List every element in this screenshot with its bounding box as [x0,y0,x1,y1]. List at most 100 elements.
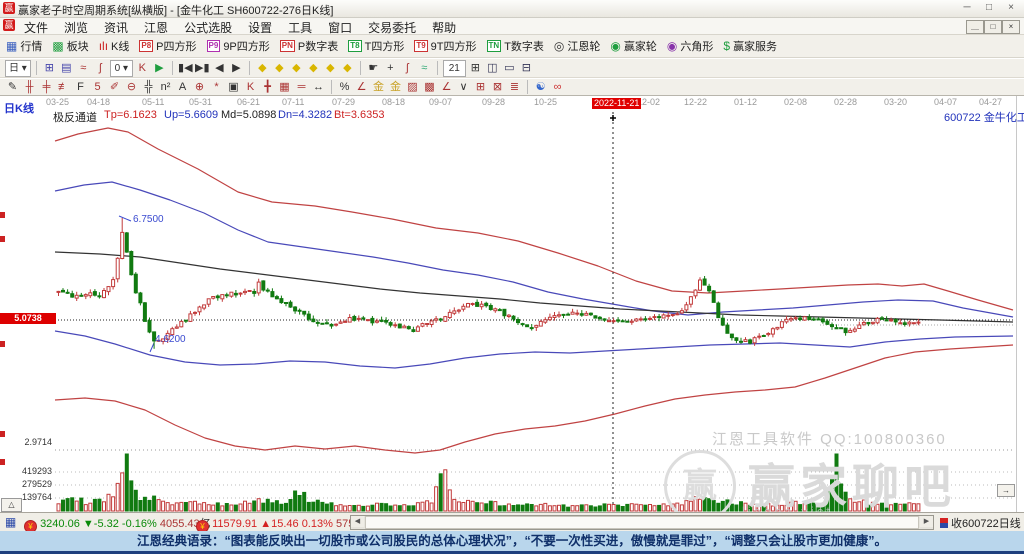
mdi-restore-button[interactable]: □ [984,20,1002,34]
toolbar-button-sectors[interactable]: ▩ 板块 [52,38,88,54]
toolbar-button-winner-service[interactable]: $ 赢家服务 [723,38,777,54]
star-tool-icon[interactable]: * [209,80,224,95]
market-grid-icon[interactable]: ▦ [5,515,16,529]
grid-window-icon[interactable]: ⊞ [42,61,57,76]
toolbar-button-9t-square[interactable]: T9 9T四方形 [414,38,477,54]
calendar-icon[interactable]: 21 [442,59,466,77]
dense-grid-icon[interactable]: ▦ [277,80,292,95]
circle-tool-icon[interactable]: ⊖ [124,80,139,95]
watermark-qq: 江恩工具软件 QQ:100800360 [712,431,947,448]
flag-icon[interactable]: ▶ [152,61,167,76]
last-bar-icon[interactable]: ▶▮ [195,61,210,76]
curve-icon[interactable]: ʃ [93,61,108,76]
hand-tool-icon[interactable]: ☛ [366,61,381,76]
scroll-right-arrow[interactable]: ▶ [920,516,933,527]
screen-icon[interactable]: ▭ [502,61,517,76]
calculator-icon[interactable]: ⊞ [468,61,483,76]
kline-style-icon[interactable]: K [135,61,150,76]
winner-wheel-label: 赢家轮 [623,41,657,53]
info-panel-icon[interactable]: ▤ [59,61,74,76]
plus-box-icon[interactable]: ⊞ [473,80,488,95]
chart-horizontal-scrollbar[interactable]: ◀ ▶ [350,515,934,530]
gold-section-icon[interactable]: 金 [371,80,386,95]
x-box-icon[interactable]: ⊠ [490,80,505,95]
toolbar-button-t-table[interactable]: TN T数字表 [486,38,544,54]
n2-tool-icon[interactable]: n² [158,80,173,95]
date-tick: 05-31 [189,97,213,107]
diamond-expand-icon[interactable]: ◆ [323,61,338,76]
five-tool-icon[interactable]: 5 [90,80,105,95]
pencil-tool-icon[interactable]: ✎ [5,80,20,95]
toolbar-button-winner-wheel[interactable]: ◉ 赢家轮 [610,38,656,54]
mdi-minimize-button[interactable]: ＿ [966,20,984,34]
a-tool-icon[interactable]: A [175,80,190,95]
indicator-token: Up=5.6609 [164,109,219,121]
diamond-down-icon[interactable]: ◆ [272,61,287,76]
k-angle-icon[interactable]: K [243,80,258,95]
highlighted-date[interactable]: 2022-11-21 [592,98,642,109]
golden-line-icon[interactable]: ╪ [39,80,54,95]
gold-channel-icon[interactable]: 金 [388,80,403,95]
yinyang-icon[interactable]: ☯ [533,80,548,95]
gann-line-icon[interactable]: ╫ [22,80,37,95]
cycle-tool-icon[interactable]: ≈ [417,61,432,76]
check-tool-icon[interactable]: ∨ [456,80,471,95]
prev-bar-icon[interactable]: ◀ [212,61,227,76]
grid-tool-icon[interactable]: ╬ [141,80,156,95]
hline-tool-icon[interactable]: ═ [294,80,309,95]
toolbar-button-p-table[interactable]: PN P数字表 [279,38,338,54]
hatch-box-icon[interactable]: ▨ [405,80,420,95]
wave-icon[interactable]: ≈ [76,61,91,76]
gann-quote-text: 江恩经典语录：“图表能反映出一切股市或公司股民的总体心理状况”，“不要一次性买进… [136,534,887,548]
scrollbar-thumb[interactable] [365,516,919,529]
span-tool-icon[interactable]: ↔ [311,80,326,95]
fill-box-icon[interactable]: ▩ [422,80,437,95]
doc-logo-icon: 赢 [3,19,15,31]
toolbar-button-t-square[interactable]: T8 T四方形 [348,38,404,54]
tools-toolbar: 日 ▾ ⊞ ▤ ≈ ʃ 0 ▾ K ▶ ▮◀ ▶▮ ◀ ▶ ◆ ◆ ◆ ◆ ◆ ◆ ☛ + ʃ ≈21 ⊞ ◫ ▭ ⊟ [0,59,1024,78]
period-daily-dropdown[interactable]: 日 ▾ [5,59,31,77]
cross-grid-icon[interactable]: ╋ [260,80,275,95]
diamond-right-icon[interactable]: ◆ [306,61,321,76]
first-bar-icon[interactable]: ▮◀ [178,61,193,76]
session-label: 收600722日线 [951,518,1021,530]
chart-area[interactable]: 03-25 04-18 05-11 05-31 06-21 07-11 07-29 08-18… [0,96,1024,522]
export-icon[interactable]: ⊟ [519,61,534,76]
t-square-icon: T8 [348,40,362,52]
9t-square-label: 9T四方形 [430,41,477,53]
toolbar-button-hexagon[interactable]: ◉ 六角形 [667,38,713,54]
fibo-tool-icon[interactable]: F [73,80,88,95]
winner-service-label: 赢家服务 [733,41,778,53]
minimize-button[interactable]: ─ [956,1,978,15]
spiral-tool-icon[interactable]: ʃ [400,61,415,76]
diamond-left-icon[interactable]: ◆ [289,61,304,76]
lines-tool-icon[interactable]: ≣ [507,80,522,95]
box-tool-icon[interactable]: ▣ [226,80,241,95]
wedge-tool-icon[interactable]: ∠ [439,80,454,95]
target-tool-icon[interactable]: ⊕ [192,80,207,95]
percent-line-icon[interactable]: ≢ [56,80,71,95]
diamond-shrink-icon[interactable]: ◆ [340,61,355,76]
crosshair-tool-icon[interactable]: + [383,61,398,76]
toolbar-button-9p-square[interactable]: P9 9P四方形 [206,38,270,54]
close-button[interactable]: × [1000,1,1022,15]
mdi-close-button[interactable]: × [1002,20,1020,34]
toolbar-button-kline[interactable]: ılı K线 [99,38,130,54]
scroll-right-button[interactable]: → [997,484,1015,497]
date-tick: 01-12 [734,97,758,107]
expand-volume-button[interactable]: △ [1,498,22,512]
infinity-icon[interactable]: ∞ [550,80,565,95]
angle-fan-icon[interactable]: ∠ [354,80,369,95]
next-bar-icon[interactable]: ▶ [229,61,244,76]
toolbar-button-gann-wheel[interactable]: ◎ 江恩轮 [554,38,600,54]
percent-tool-icon[interactable]: % [337,80,352,95]
zero-dropdown[interactable]: 0 ▾ [109,59,133,77]
maximize-button[interactable]: □ [978,1,1000,15]
diamond-up-icon[interactable]: ◆ [255,61,270,76]
scroll-left-arrow[interactable]: ◀ [351,516,364,527]
save-icon[interactable]: ◫ [485,61,500,76]
drawing-toolbar: ✎ ╫ ╪ ≢ F 5 ✐ ⊖ ╬ n² A ⊕ * ▣ K ╋ ▦ ═ ↔% ∠ 金金 ▨ ▩ ∠ ∨ ⊞ ⊠ ≣ ☯ ∞ [0,79,1024,96]
toolbar-button-p-square[interactable]: P8 P四方形 [139,38,197,54]
toolbar-button-quotes[interactable]: ▦ 行情 [6,38,42,54]
mark-tool-icon[interactable]: ✐ [107,80,122,95]
